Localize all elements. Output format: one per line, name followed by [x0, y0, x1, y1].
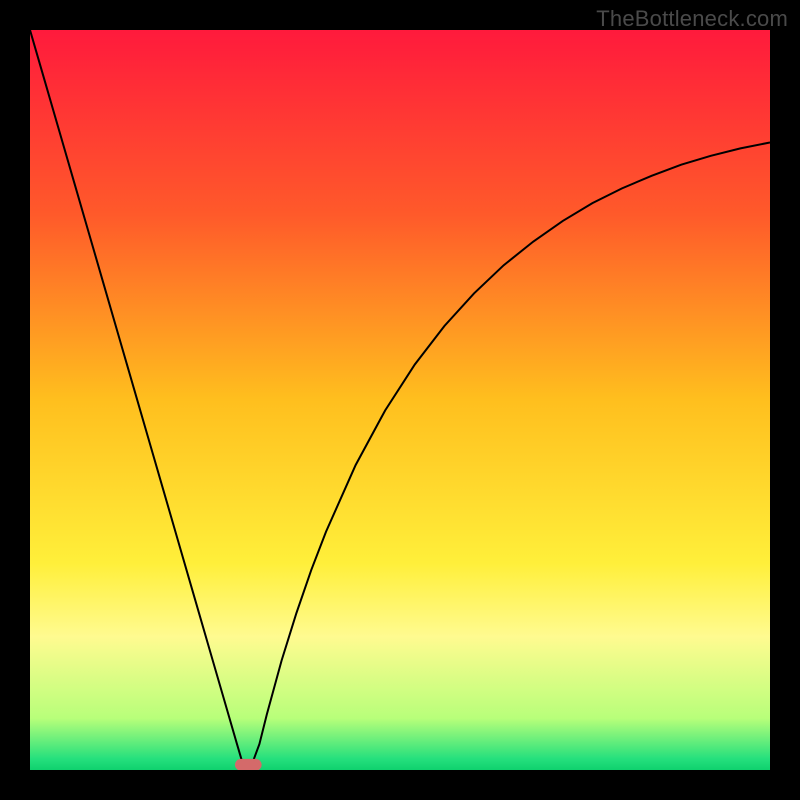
bottleneck-min-marker: [235, 759, 262, 770]
chart-frame: TheBottleneck.com: [0, 0, 800, 800]
plot-area: [30, 30, 770, 770]
watermark-text: TheBottleneck.com: [596, 6, 788, 32]
bottleneck-chart: [30, 30, 770, 770]
gradient-background: [30, 30, 770, 770]
